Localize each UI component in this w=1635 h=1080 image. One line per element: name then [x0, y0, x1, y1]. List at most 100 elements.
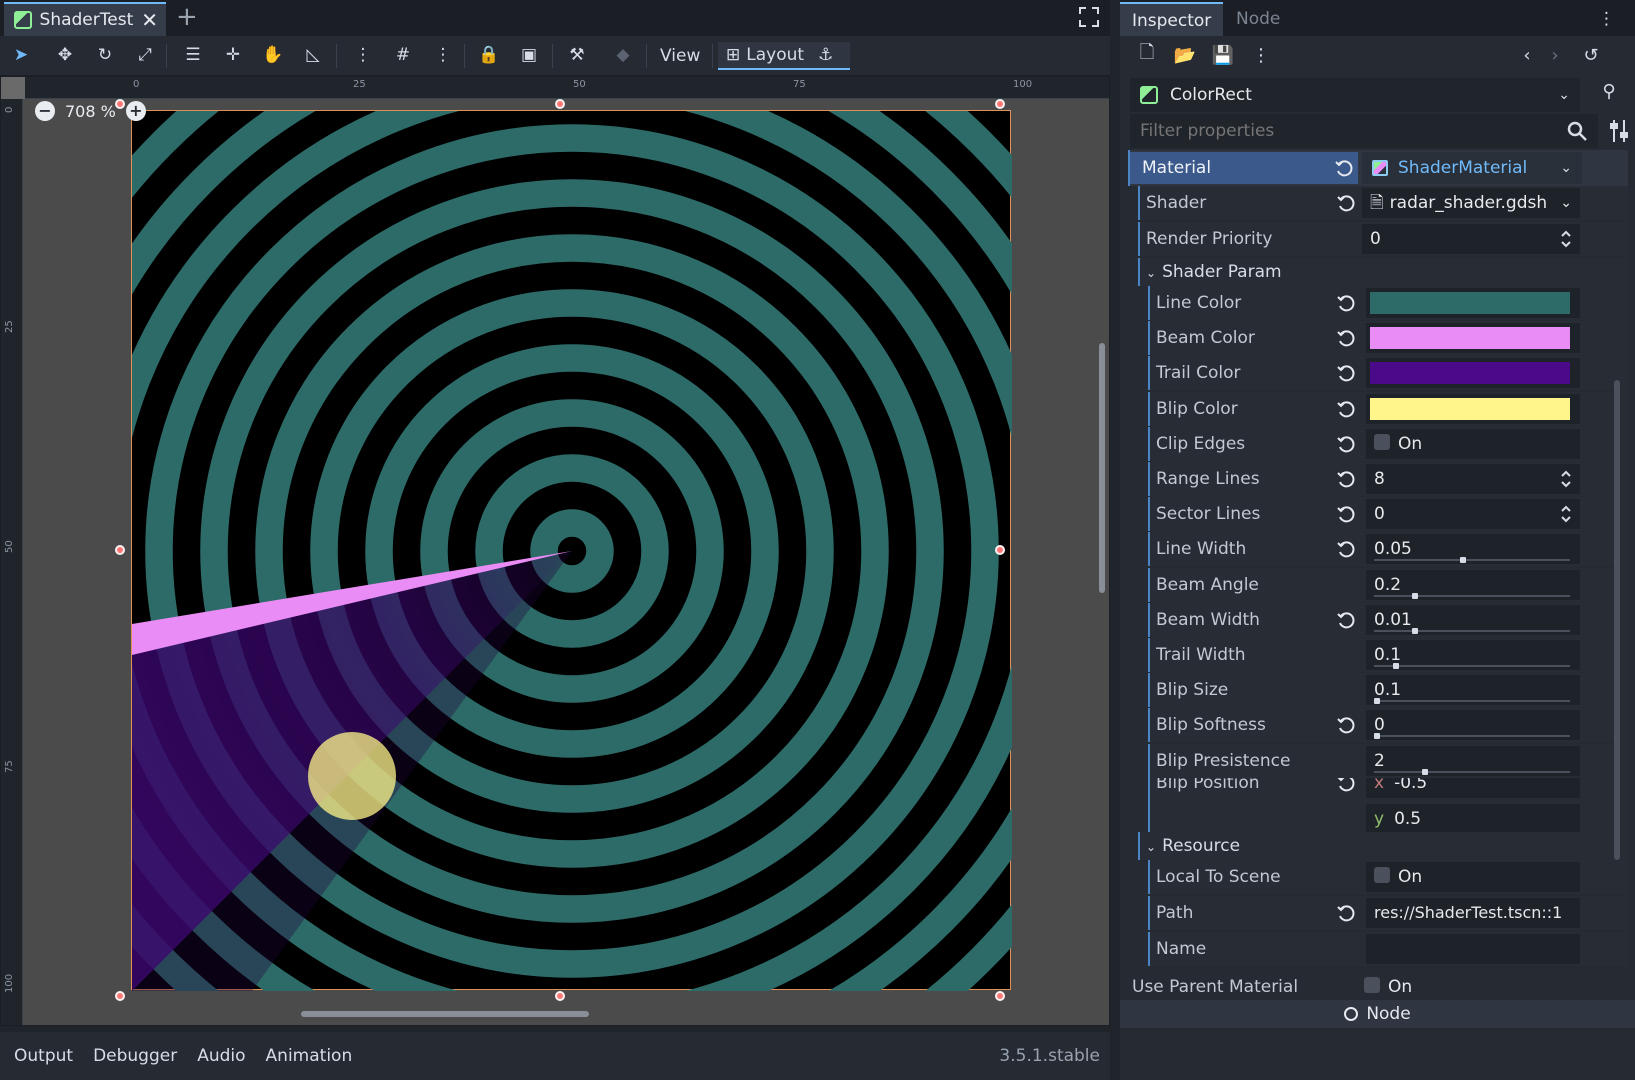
- more-options-icon[interactable]: ⋮: [1250, 44, 1272, 66]
- close-icon[interactable]: ✕: [141, 8, 158, 32]
- tab-node[interactable]: Node: [1224, 2, 1292, 36]
- zoom-in-icon[interactable]: +: [125, 101, 146, 121]
- docs-icon[interactable]: ⚲: [1598, 80, 1620, 102]
- revert-icon[interactable]: [1336, 504, 1356, 524]
- beam-color-picker[interactable]: [1366, 323, 1580, 354]
- new-resource-icon[interactable]: 🗋: [1136, 42, 1158, 66]
- save-icon[interactable]: 💾: [1212, 44, 1234, 66]
- list-select-icon[interactable]: ☰: [182, 44, 204, 66]
- canvas-viewport[interactable]: 0 25 50 75 100 0 25 50 75 100 − 708 % +: [0, 76, 1110, 1026]
- range-lines-spinbox[interactable]: 8: [1366, 464, 1580, 494]
- shader-param-section[interactable]: ⌄ Shader Param: [1138, 258, 1628, 286]
- filter-options-icon[interactable]: [1608, 118, 1630, 144]
- blip-presistence-slider[interactable]: 2: [1366, 745, 1580, 776]
- revert-icon[interactable]: [1336, 469, 1356, 489]
- resize-handle[interactable]: [115, 545, 125, 555]
- revert-icon[interactable]: [1336, 434, 1356, 454]
- revert-icon[interactable]: [1336, 715, 1356, 735]
- revert-icon[interactable]: [1336, 363, 1356, 383]
- blip-color-picker[interactable]: [1366, 393, 1580, 424]
- revert-icon[interactable]: [1336, 610, 1356, 630]
- move-tool-icon[interactable]: ✥: [54, 44, 76, 66]
- local-to-scene-checkbox[interactable]: On: [1366, 862, 1580, 892]
- shader-resource-picker[interactable]: 🗎 radar_shader.gdsh ⌄: [1362, 188, 1580, 218]
- grid-snap-icon[interactable]: #: [392, 44, 414, 66]
- slider-grabber[interactable]: [1374, 733, 1380, 740]
- line-width-slider[interactable]: 0.05: [1366, 534, 1580, 565]
- blip-size-slider[interactable]: 0.1: [1366, 675, 1580, 706]
- node-section[interactable]: Node: [1120, 1000, 1635, 1028]
- history-forward-icon[interactable]: ›: [1544, 44, 1566, 66]
- color-rect-canvas[interactable]: [131, 110, 1012, 991]
- material-resource-picker[interactable]: ShaderMaterial ⌄: [1362, 152, 1582, 184]
- pivot-tool-icon[interactable]: ✛: [222, 44, 244, 66]
- zoom-out-icon[interactable]: −: [35, 101, 55, 121]
- resource-section[interactable]: ⌄ Resource: [1138, 832, 1628, 860]
- resize-handle[interactable]: [995, 545, 1005, 555]
- sector-lines-spinbox[interactable]: 0: [1366, 499, 1580, 530]
- scene-tab[interactable]: ShaderTest ✕: [4, 2, 166, 36]
- select-tool-icon[interactable]: ➤: [10, 44, 32, 66]
- history-back-icon[interactable]: ‹: [1516, 44, 1538, 66]
- spinner-icon[interactable]: [1560, 470, 1572, 488]
- revert-icon[interactable]: [1336, 399, 1356, 419]
- line-color-picker[interactable]: [1366, 288, 1580, 318]
- slider-grabber[interactable]: [1412, 627, 1418, 634]
- name-field[interactable]: [1366, 934, 1580, 964]
- trail-width-slider[interactable]: 0.1: [1366, 640, 1580, 670]
- view-menu[interactable]: View: [652, 42, 708, 70]
- resize-handle[interactable]: [115, 991, 125, 1001]
- tab-animation[interactable]: Animation: [266, 1046, 353, 1066]
- render-priority-spinbox[interactable]: 0: [1362, 224, 1580, 254]
- resize-handle[interactable]: [555, 99, 565, 109]
- resize-handle[interactable]: [995, 99, 1005, 109]
- path-field[interactable]: res://ShaderTest.tscn::1: [1366, 898, 1580, 928]
- revert-icon[interactable]: [1336, 293, 1356, 313]
- tab-inspector[interactable]: Inspector: [1120, 2, 1224, 36]
- history-icon[interactable]: ↺: [1580, 44, 1602, 66]
- resize-handle[interactable]: [995, 991, 1005, 1001]
- clip-edges-checkbox[interactable]: On: [1366, 428, 1580, 459]
- more-options-icon[interactable]: ⋮: [432, 44, 454, 66]
- revert-icon[interactable]: [1334, 158, 1354, 178]
- inspector-scrollbar[interactable]: [1614, 380, 1620, 860]
- fullscreen-icon[interactable]: [1078, 6, 1100, 28]
- filter-properties-input[interactable]: [1130, 114, 1598, 148]
- add-tab-button[interactable]: +: [176, 2, 198, 32]
- blip-position-y-field[interactable]: y 0.5: [1366, 804, 1580, 834]
- tab-output[interactable]: Output: [14, 1046, 73, 1066]
- dock-menu-icon[interactable]: ⋮: [1598, 2, 1615, 36]
- slider-grabber[interactable]: [1393, 663, 1399, 669]
- slider-grabber[interactable]: [1421, 768, 1428, 775]
- ruler-tool-icon[interactable]: ◺: [302, 44, 324, 66]
- resize-handle[interactable]: [555, 991, 565, 1001]
- smart-snap-icon[interactable]: ⋮: [352, 44, 374, 66]
- beam-width-slider[interactable]: 0.01: [1366, 604, 1580, 635]
- skeleton-icon[interactable]: ⚒: [566, 44, 588, 66]
- vertical-scrollbar[interactable]: [1099, 343, 1105, 593]
- trail-color-picker[interactable]: [1366, 358, 1580, 389]
- rotate-tool-icon[interactable]: ↻: [94, 44, 116, 66]
- object-selector[interactable]: ColorRect ⌄: [1130, 78, 1580, 112]
- revert-icon[interactable]: [1336, 328, 1356, 348]
- beam-angle-slider[interactable]: 0.2: [1366, 569, 1580, 600]
- zoom-level[interactable]: 708 %: [65, 102, 116, 121]
- pan-tool-icon[interactable]: ✋: [262, 44, 284, 66]
- blip-softness-slider[interactable]: 0: [1366, 710, 1580, 741]
- scale-tool-icon[interactable]: ⤢: [134, 44, 156, 66]
- layout-menu[interactable]: ⊞ Layout ⚓: [718, 42, 850, 70]
- slider-grabber[interactable]: [1374, 698, 1380, 705]
- use-parent-material-checkbox[interactable]: On: [1356, 972, 1580, 1002]
- tab-debugger[interactable]: Debugger: [93, 1046, 177, 1066]
- visibility-icon[interactable]: ◆: [612, 44, 634, 66]
- horizontal-scrollbar[interactable]: [301, 1011, 589, 1017]
- group-icon[interactable]: ▣: [518, 44, 540, 66]
- open-folder-icon[interactable]: 📂: [1174, 44, 1196, 66]
- spinner-icon[interactable]: [1560, 230, 1572, 248]
- revert-icon[interactable]: [1336, 903, 1356, 923]
- revert-icon[interactable]: [1336, 539, 1356, 559]
- lock-icon[interactable]: 🔒: [478, 44, 500, 66]
- spinner-icon[interactable]: [1560, 505, 1572, 523]
- slider-grabber[interactable]: [1459, 557, 1466, 564]
- revert-icon[interactable]: [1336, 193, 1356, 213]
